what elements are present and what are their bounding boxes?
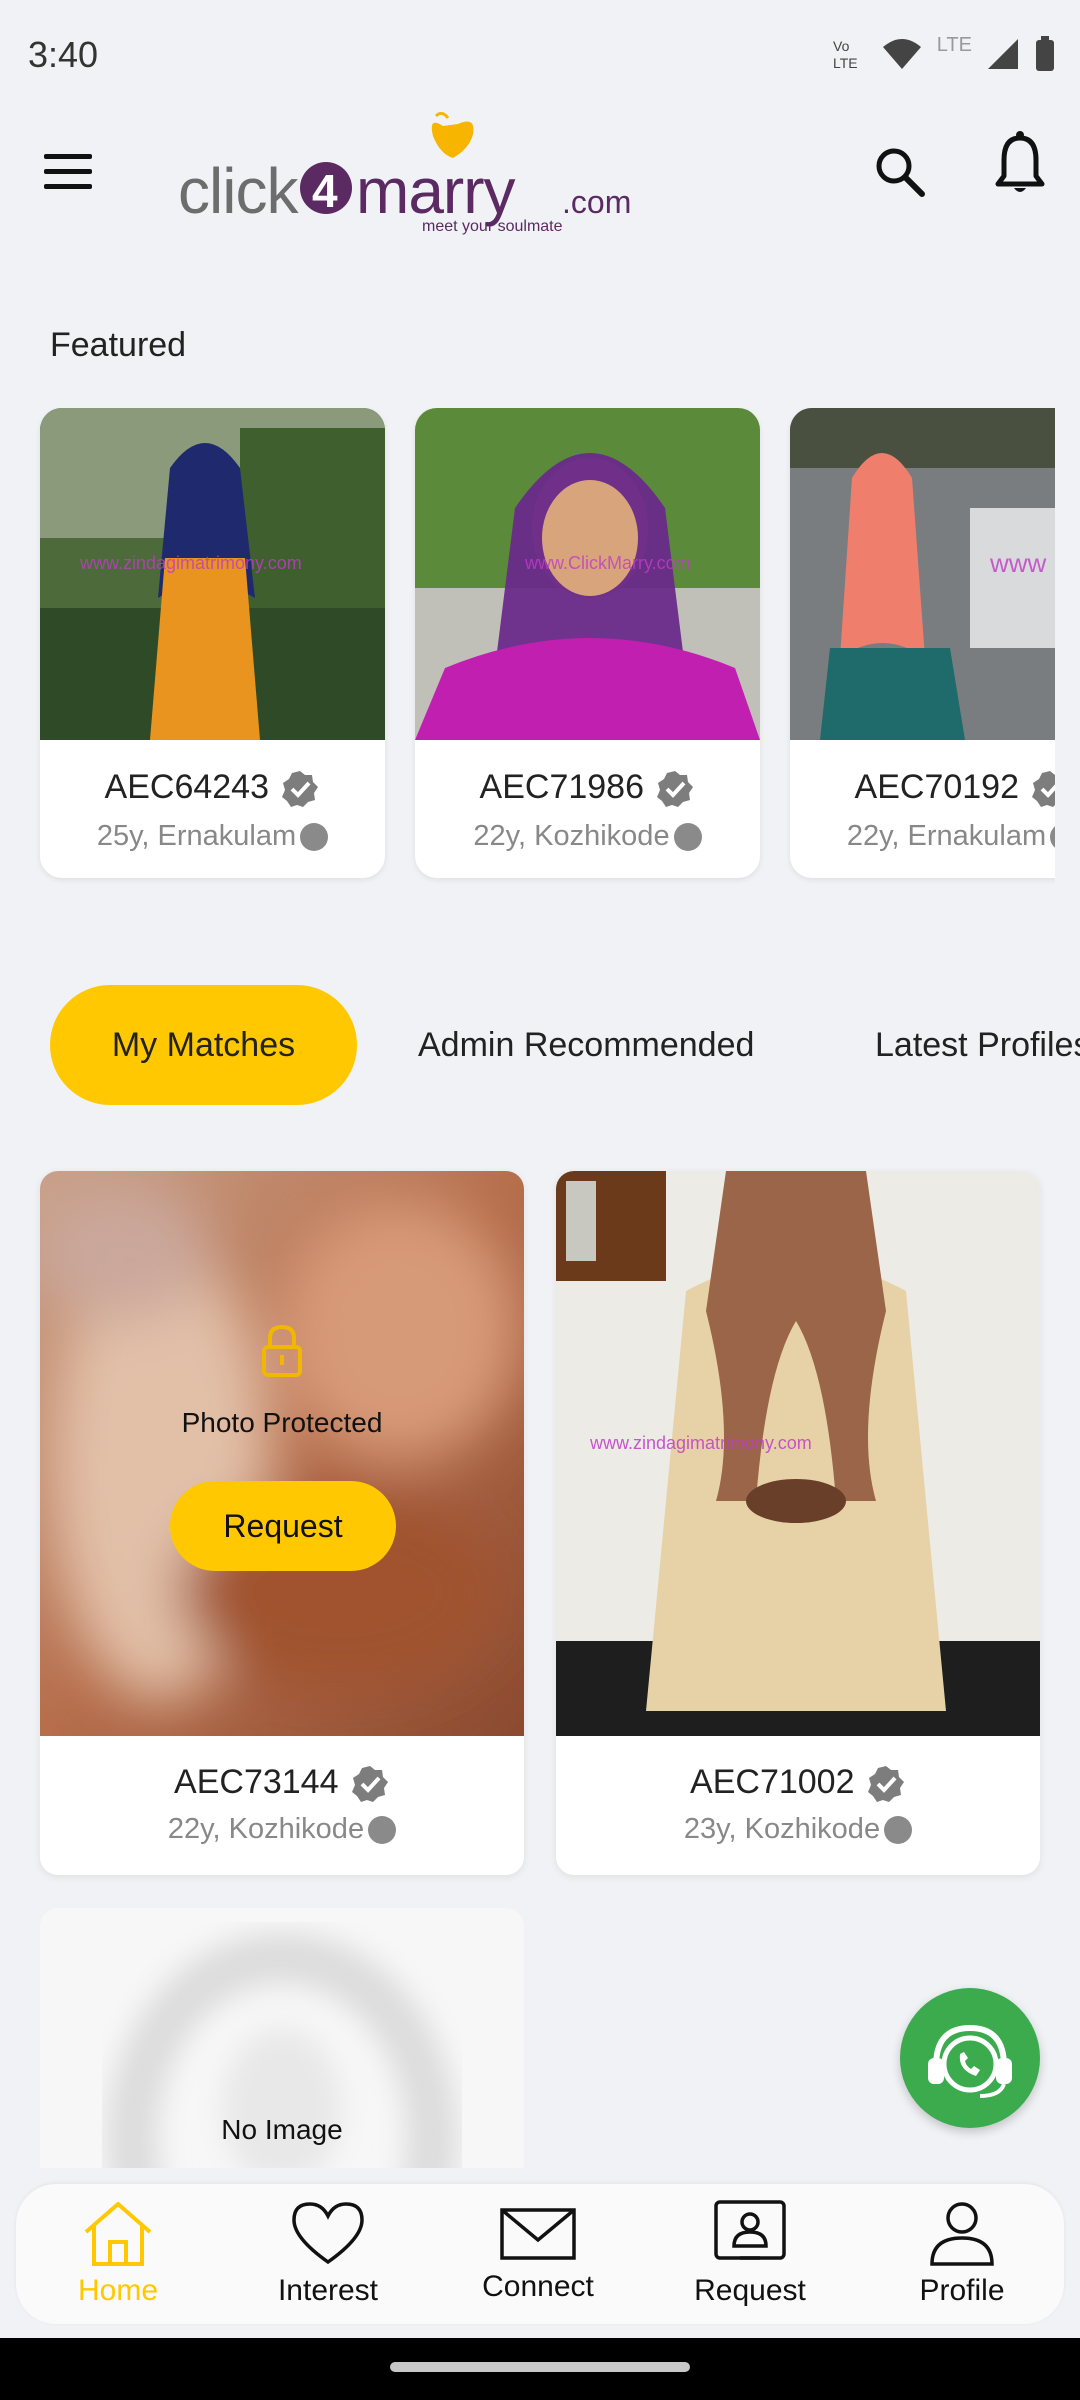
profile-id: AEC71002 [690, 1763, 855, 1801]
featured-profile-card[interactable]: www.zindagimatrimony.com AEC64243 25y, E… [40, 408, 385, 878]
online-status-dot [884, 1816, 913, 1845]
system-gesture-bar [0, 2338, 1080, 2400]
online-status-dot [1050, 823, 1055, 852]
no-image-text: No Image [221, 2114, 343, 2145]
mail-icon [500, 2208, 576, 2260]
photo-watermark: www.ClickMarry.com [525, 553, 691, 573]
tab-my-matches[interactable]: My Matches [50, 985, 357, 1105]
status-bar: 3:40 Vo LTE LTE [0, 0, 1080, 100]
hamburger-menu-icon[interactable] [44, 152, 94, 192]
profile-age-location: 22y, Kozhikode [167, 1813, 365, 1845]
featured-profile-card[interactable]: www AEC70192 22y, Ernakulam [790, 408, 1055, 878]
svg-text:Vo: Vo [833, 38, 850, 54]
nav-request-label: Request [694, 2274, 806, 2307]
network-type: LTE [936, 33, 972, 56]
nav-connect[interactable]: Connect [448, 2184, 628, 2324]
volte-icon: VoLTE [833, 38, 858, 71]
svg-text:LTE: LTE [833, 55, 858, 71]
featured-carousel[interactable]: www.zindagimatrimony.com AEC64243 25y, E… [0, 408, 1055, 888]
profile-meta-line: 22y, Kozhikode [415, 820, 760, 853]
status-icons: Vo LTE LTE [831, 33, 1056, 72]
request-icon [714, 2200, 786, 2260]
app-logo: click 4 marry .com meet your soulmate [178, 106, 658, 246]
whatsapp-support-button[interactable] [900, 1988, 1040, 2128]
profile-meta-line: 23y, Kozhikode [556, 1813, 1040, 1846]
verified-badge-icon [282, 771, 319, 808]
online-status-dot [300, 823, 329, 852]
heart-icon [292, 2202, 364, 2265]
profile-icon [930, 2202, 994, 2266]
nav-interest[interactable]: Interest [238, 2184, 418, 2324]
photo-watermark: www [990, 548, 1047, 578]
battery-icon [1036, 36, 1054, 71]
nav-request[interactable]: Request [660, 2184, 840, 2324]
profile-id: AEC70192 [854, 768, 1019, 806]
app-header: click 4 marry .com meet your soulmate [0, 100, 1080, 250]
logo-tagline: meet your soulmate [422, 218, 563, 235]
tab-latest-profiles[interactable]: Latest Profiles [875, 985, 1080, 1105]
lock-icon [262, 1324, 302, 1377]
logo-text-click: click [178, 155, 298, 227]
home-icon [84, 2202, 152, 2266]
nav-home[interactable]: Home [28, 2184, 208, 2324]
profile-id-line: AEC70192 [790, 768, 1055, 809]
status-time: 3:40 [28, 34, 99, 75]
nav-connect-label: Connect [482, 2270, 594, 2303]
profile-meta-line: 22y, Kozhikode [40, 1813, 524, 1846]
photo-watermark: www.zindagimatrimony.com [80, 553, 302, 573]
profile-id: AEC64243 [104, 768, 269, 806]
request-photo-button[interactable]: Request [170, 1481, 396, 1571]
profile-meta-line: 22y, Ernakulam [790, 820, 1055, 853]
verified-badge-icon [351, 1766, 388, 1803]
profile-id: AEC73144 [174, 1763, 339, 1801]
profile-photo [40, 408, 385, 740]
photo-protected-text: Photo Protected [181, 1407, 383, 1438]
photo-watermark: www.zindagimatrimony.com [590, 1433, 812, 1453]
signal-icon [988, 39, 1018, 69]
photo-protected-overlay: Photo Protected Request [40, 1171, 524, 1736]
profile-age-location: 23y, Kozhikode [683, 1813, 881, 1845]
nav-home-label: Home [77, 2274, 159, 2307]
home-gesture-handle[interactable] [390, 2362, 690, 2372]
profile-id-line: AEC71986 [415, 768, 760, 809]
verified-badge-icon [867, 1766, 904, 1803]
nav-profile-label: Profile [919, 2274, 1005, 2307]
profile-id-line: AEC71002 [556, 1763, 1040, 1804]
match-category-tabs[interactable]: My Matches Admin Recommended Latest Prof… [0, 985, 1080, 1105]
wifi-icon [882, 39, 921, 69]
match-profile-card[interactable]: www.zindagimatrimony.com AEC71002 23y, K… [556, 1171, 1040, 1875]
profile-meta-line: 25y, Ernakulam [40, 820, 385, 853]
profile-id-line: AEC73144 [40, 1763, 524, 1804]
logo-number: 4 [312, 165, 338, 217]
verified-badge-icon [657, 771, 694, 808]
profile-age-location: 22y, Ernakulam [846, 820, 1047, 852]
online-status-dot [673, 823, 702, 852]
profile-age-location: 22y, Kozhikode [473, 820, 670, 852]
notification-bell-icon[interactable] [990, 130, 1050, 200]
search-icon[interactable] [870, 142, 930, 202]
featured-section-title: Featured [50, 326, 187, 364]
logo-suffix: .com [562, 184, 632, 220]
profile-age-location: 25y, Ernakulam [96, 820, 297, 852]
match-profile-card[interactable]: Photo Protected Request AEC73144 22y, Ko… [40, 1171, 524, 1875]
nav-profile[interactable]: Profile [872, 2184, 1052, 2324]
profile-id-line: AEC64243 [40, 768, 385, 809]
featured-profile-card[interactable]: www.ClickMarry.com AEC71986 22y, Kozhiko… [415, 408, 760, 878]
logo-text-marry: marry [356, 155, 516, 227]
verified-badge-icon [1032, 771, 1055, 808]
online-status-dot [368, 1816, 397, 1845]
support-headset-icon [928, 2024, 1012, 2098]
profile-photo [415, 408, 760, 740]
profile-id: AEC71986 [479, 768, 644, 806]
match-profile-card-no-image[interactable]: No Image [40, 1908, 524, 2168]
tab-admin-recommended[interactable]: Admin Recommended [418, 985, 754, 1105]
nav-interest-label: Interest [277, 2274, 379, 2307]
bottom-navigation: Home Interest Connect Request Profile [16, 2184, 1064, 2324]
